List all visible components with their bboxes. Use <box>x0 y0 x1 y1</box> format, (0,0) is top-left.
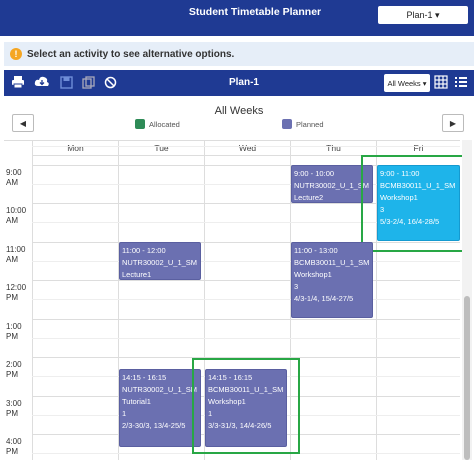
plan-toolbar: Plan-1 All Weeks ▾ <box>4 70 474 96</box>
next-week-button[interactable]: ▶ <box>442 114 464 132</box>
info-banner-text: Select an activity to see alternative op… <box>27 48 235 60</box>
cloud-download-icon[interactable] <box>34 74 50 90</box>
time-label: 9:00 AM <box>6 168 22 187</box>
time-label: 12:00 PM <box>6 283 27 302</box>
event-type: Lecture2 <box>294 193 324 202</box>
event-type: Lecture1 <box>122 270 152 279</box>
event-code: NUTR30002_U_1_SM <box>122 258 198 267</box>
grid-line <box>32 280 460 281</box>
legend-planned: Planned <box>282 119 324 129</box>
grid-line <box>32 319 460 320</box>
event-group: 1 <box>122 409 127 418</box>
time-label: 10:00 AM <box>6 206 27 225</box>
info-icon: ! <box>10 48 22 60</box>
print-icon[interactable] <box>10 74 26 90</box>
clear-icon[interactable] <box>102 74 118 90</box>
planned-swatch <box>282 119 292 129</box>
info-banner: ! Select an activity to see alternative … <box>4 42 474 66</box>
column-divider <box>32 141 33 460</box>
time-label: 3:00 PM <box>6 399 22 418</box>
event-weeks: 2/3-30/3, 13/4-25/5 <box>122 421 186 430</box>
event-type: Workshop1 <box>294 270 332 279</box>
event-code: BCMB30011_U_1_SM <box>294 258 370 267</box>
plan-name: Plan-1 <box>228 77 259 88</box>
event-time: 14:15 - 16:15 <box>122 373 167 382</box>
grid-line <box>32 338 460 339</box>
scrollbar-thumb[interactable] <box>464 296 470 460</box>
time-label: 4:00 PM <box>6 437 22 456</box>
list-view-icon[interactable] <box>454 75 468 89</box>
day-header-wed: Wed <box>204 141 290 155</box>
event-weeks: 4/3-1/4, 15/4-27/5 <box>294 294 354 303</box>
grid-view-icon[interactable] <box>434 75 448 89</box>
week-range-title: All Weeks <box>214 105 264 117</box>
legend-label: Allocated <box>149 119 180 129</box>
time-label: 11:00 AM <box>6 245 26 264</box>
event-time: 11:00 - 12:00 <box>122 246 166 255</box>
app-title: Student Timetable Planner <box>188 6 322 18</box>
legend-allocated: Allocated <box>135 119 180 129</box>
event-type: Tutorial1 <box>122 397 151 406</box>
grid-line <box>32 146 460 147</box>
highlight-box <box>361 155 466 252</box>
previous-week-button[interactable]: ◀ <box>12 114 34 132</box>
grid-line <box>32 299 460 300</box>
day-header-tue: Tue <box>118 141 204 155</box>
time-label: 2:00 PM <box>6 360 22 379</box>
copy-icon[interactable] <box>80 74 96 90</box>
weeks-filter-dropdown[interactable]: All Weeks ▾ <box>384 74 430 92</box>
plan-selector-dropdown[interactable]: Plan-1 ▾ <box>378 6 468 24</box>
save-icon[interactable] <box>58 74 74 90</box>
event-group: 3 <box>294 282 299 291</box>
event-nutr30002-tutorial1[interactable]: 14:15 - 16:15 NUTR30002_U_1_SM Tutorial1… <box>119 369 201 447</box>
day-header-mon: Mon <box>32 141 118 155</box>
app-header: Student Timetable Planner Plan-1 ▾ <box>0 0 474 36</box>
event-code: NUTR30002_U_1_SM <box>122 385 198 394</box>
day-header-fri: Fri <box>376 141 460 155</box>
event-bcmb30011-workshop1-thu[interactable]: 11:00 - 13:00 BCMB30011_U_1_SM Workshop1… <box>291 242 373 318</box>
event-code: NUTR30002_U_1_SM <box>294 181 370 190</box>
highlight-box <box>192 358 300 454</box>
grid-line <box>32 261 460 262</box>
event-time: 9:00 - 10:00 <box>294 169 335 178</box>
allocated-swatch <box>135 119 145 129</box>
event-time: 11:00 - 13:00 <box>294 246 338 255</box>
day-header-thu: Thu <box>290 141 376 155</box>
legend-label: Planned <box>296 119 324 129</box>
time-label: 1:00 PM <box>6 322 22 341</box>
event-nutr30002-lecture1[interactable]: 11:00 - 12:00 NUTR30002_U_1_SM Lecture1 <box>119 242 201 280</box>
